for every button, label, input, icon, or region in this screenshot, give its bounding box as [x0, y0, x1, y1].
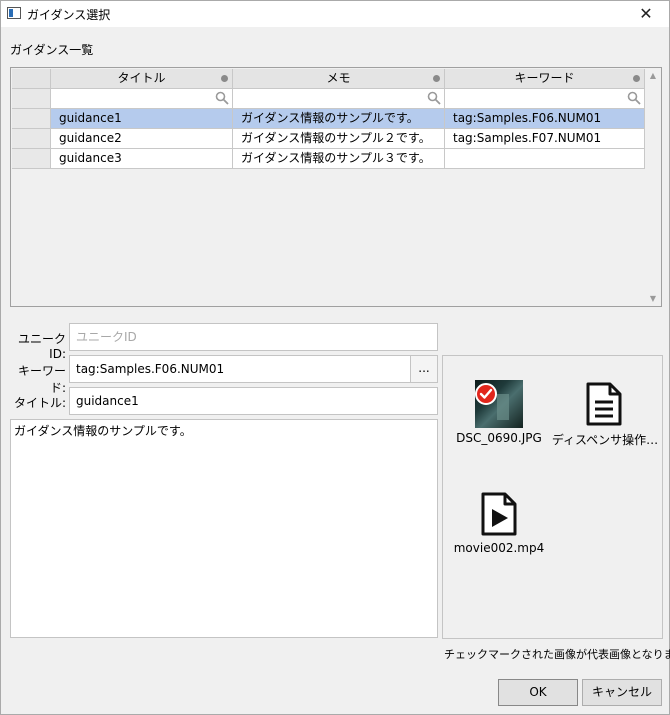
keyword-input[interactable]: tag:Samples.F06.NUM01: [69, 355, 411, 383]
column-header-label: キーワード: [514, 71, 575, 85]
column-sort-indicator-icon[interactable]: [633, 75, 640, 82]
video-file-icon: [481, 492, 517, 536]
table-cell-memo[interactable]: ガイダンス情報のサンプル２です。: [233, 129, 445, 149]
media-item-video[interactable]: movie002.mp4: [444, 490, 554, 560]
filter-memo-input[interactable]: [233, 89, 445, 109]
media-panel: DSC_0690.JPG ディスペンサ操作… movie002.mp4: [442, 355, 663, 639]
table-cell-title[interactable]: guidance1: [51, 109, 233, 129]
checkmark-icon: [479, 388, 493, 399]
media-item-label: ディスペンサ操作…: [551, 433, 659, 447]
check-badge[interactable]: [475, 383, 497, 405]
column-header-memo[interactable]: メモ: [233, 69, 445, 89]
search-icon: [627, 91, 641, 105]
table-cell-title[interactable]: guidance2: [51, 129, 233, 149]
keyword-label: キーワード:: [17, 364, 66, 395]
media-item-label: movie002.mp4: [453, 541, 545, 555]
column-header-label: メモ: [326, 71, 351, 85]
representative-image-note: チェックマークされた画像が代表画像となります。: [444, 648, 670, 661]
window-title: ガイダンス選択: [27, 8, 111, 22]
grid-corner-header: [12, 69, 51, 89]
table-cell-title[interactable]: guidance3: [51, 149, 233, 169]
column-sort-indicator-icon[interactable]: [433, 75, 440, 82]
cancel-button[interactable]: キャンセル: [582, 679, 662, 706]
title-bar: ガイダンス選択 ✕: [1, 1, 669, 27]
title-label: タイトル:: [13, 396, 66, 410]
column-header-keyword[interactable]: キーワード: [445, 69, 645, 89]
table-cell-memo[interactable]: ガイダンス情報のサンプルです。: [233, 109, 445, 129]
filter-title-input[interactable]: [51, 89, 233, 109]
guidance-list-label: ガイダンス一覧: [10, 43, 94, 57]
media-item-label: DSC_0690.JPG: [456, 431, 542, 445]
unique-id-input[interactable]: ユニークID: [69, 323, 438, 351]
column-sort-indicator-icon[interactable]: [221, 75, 228, 82]
media-item-photo[interactable]: DSC_0690.JPG: [444, 380, 554, 450]
guidance-select-dialog: ガイダンス選択 ✕ ガイダンス一覧 タイトル メモ キーワード guidance…: [0, 0, 670, 715]
table-cell-keyword[interactable]: tag:Samples.F06.NUM01: [445, 109, 645, 129]
scroll-up-arrow-icon[interactable]: ▲: [648, 71, 658, 80]
table-cell-keyword[interactable]: tag:Samples.F07.NUM01: [445, 129, 645, 149]
keyword-browse-button[interactable]: ...: [410, 355, 438, 383]
unique-id-label: ユニークID:: [17, 332, 66, 361]
column-header-label: タイトル: [117, 71, 166, 85]
media-item-document[interactable]: ディスペンサ操作…: [550, 380, 660, 450]
search-icon: [215, 91, 229, 105]
guidance-grid: タイトル メモ キーワード guidance1 ガイダンス情報のサンプルです。 …: [10, 67, 662, 307]
filter-keyword-input[interactable]: [445, 89, 645, 109]
title-input[interactable]: guidance1: [69, 387, 438, 415]
ok-button[interactable]: OK: [498, 679, 578, 706]
search-icon: [427, 91, 441, 105]
scroll-down-arrow-icon[interactable]: ▼: [648, 294, 658, 303]
filter-row-header: [12, 89, 51, 109]
app-window-icon: [7, 7, 21, 19]
row-header[interactable]: [12, 149, 51, 169]
column-header-title[interactable]: タイトル: [51, 69, 233, 89]
row-header[interactable]: [12, 109, 51, 129]
table-cell-memo[interactable]: ガイダンス情報のサンプル３です。: [233, 149, 445, 169]
memo-textarea[interactable]: ガイダンス情報のサンプルです。: [10, 419, 438, 638]
table-cell-keyword[interactable]: [445, 149, 645, 169]
row-header[interactable]: [12, 129, 51, 149]
grid-vertical-scrollbar[interactable]: ▲ ▼: [646, 69, 660, 305]
close-button[interactable]: ✕: [623, 1, 669, 27]
document-icon: [586, 382, 622, 426]
